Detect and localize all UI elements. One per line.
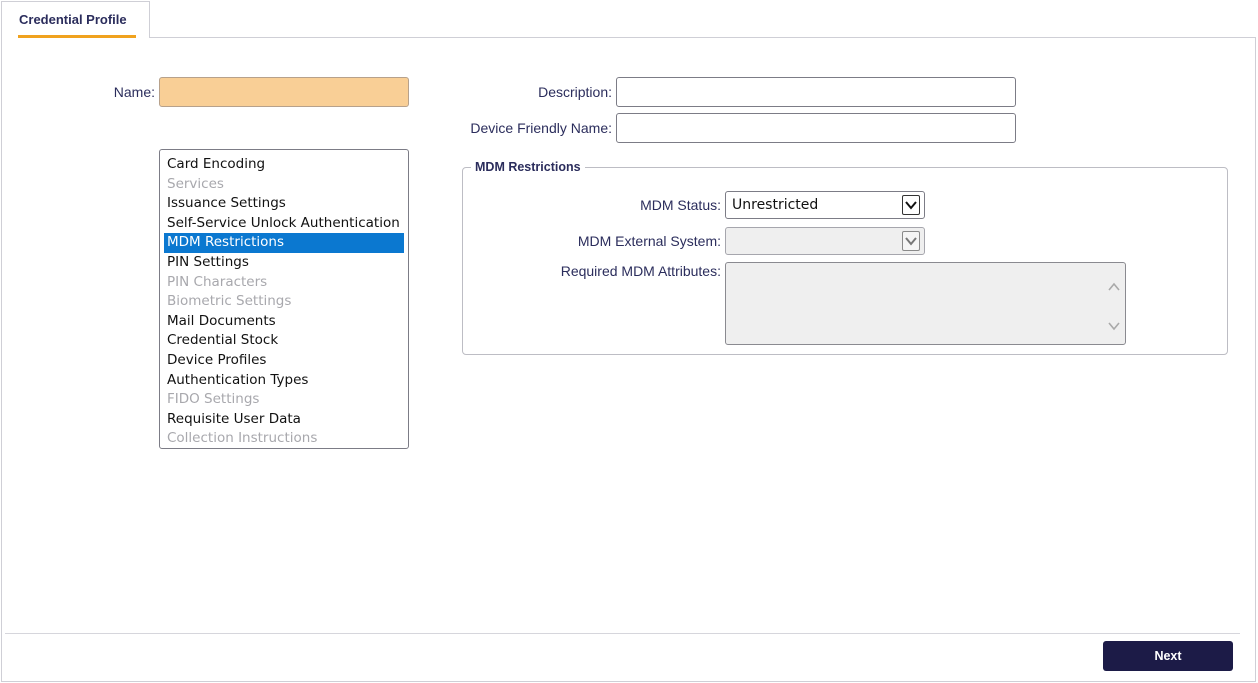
list-item-pin-characters: PIN Characters bbox=[167, 273, 268, 290]
list-item-credential-stock[interactable]: Credential Stock bbox=[164, 331, 404, 351]
list-item-biometric-settings: Biometric Settings bbox=[167, 293, 292, 310]
description-input[interactable] bbox=[616, 77, 1016, 107]
list-item-mail-documents[interactable]: Mail Documents bbox=[164, 312, 404, 332]
list-item-authentication-types[interactable]: Authentication Types bbox=[164, 371, 404, 391]
device-friendly-name-label: Device Friendly Name: bbox=[470, 120, 612, 136]
profile-sections-listbox[interactable]: Card Encoding Services Issuance Settings Se… bbox=[159, 149, 409, 449]
name-label: Name: bbox=[113, 84, 155, 100]
list-item-issuance-settings[interactable]: Issuance Settings bbox=[164, 194, 404, 214]
list-item-self-service-unlock-authentication[interactable]: Self-Service Unlock Authentication bbox=[164, 214, 404, 234]
list-item-requisite-user-data[interactable]: Requisite User Data bbox=[164, 410, 404, 430]
mdm-external-system-label: MDM External System: bbox=[577, 233, 721, 249]
footer-divider bbox=[5, 633, 1240, 634]
tab-credential-profile[interactable]: Credential Profile bbox=[1, 1, 150, 38]
required-mdm-attributes-label: Required MDM Attributes: bbox=[560, 263, 721, 279]
mdm-status-select[interactable]: Unrestricted bbox=[725, 191, 925, 219]
mdm-external-system-select[interactable] bbox=[725, 227, 925, 255]
list-item-device-profiles[interactable]: Device Profiles bbox=[164, 351, 404, 371]
chevron-down-icon[interactable] bbox=[902, 231, 920, 251]
scroll-up-icon[interactable] bbox=[1107, 279, 1121, 291]
mdm-status-label: MDM Status: bbox=[640, 197, 721, 213]
list-item-services: Services bbox=[167, 175, 224, 192]
device-friendly-name-input[interactable] bbox=[616, 113, 1016, 143]
list-item-card-encoding[interactable]: Card Encoding bbox=[164, 155, 404, 175]
list-item-mdm-restrictions[interactable]: MDM Restrictions bbox=[164, 233, 404, 253]
description-label: Description: bbox=[538, 84, 612, 100]
active-tab-indicator bbox=[18, 35, 136, 38]
scroll-down-icon[interactable] bbox=[1107, 318, 1121, 331]
list-item-collection-instructions: Collection Instructions bbox=[167, 430, 318, 447]
list-item-fido-settings: FIDO Settings bbox=[167, 391, 260, 408]
next-button[interactable]: Next bbox=[1103, 641, 1233, 671]
chevron-down-icon[interactable] bbox=[902, 195, 920, 215]
name-input[interactable] bbox=[159, 77, 409, 107]
required-mdm-attributes-textarea[interactable] bbox=[725, 262, 1126, 345]
tab-label: Credential Profile bbox=[19, 12, 127, 27]
list-item-pin-settings[interactable]: PIN Settings bbox=[164, 253, 404, 273]
mdm-restrictions-legend: MDM Restrictions bbox=[475, 160, 581, 174]
mdm-status-value: Unrestricted bbox=[732, 197, 819, 213]
